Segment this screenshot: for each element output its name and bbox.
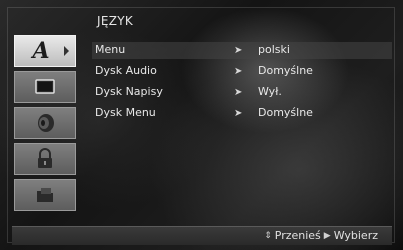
page-title: JĘZYK	[97, 14, 134, 28]
tab-arrow-icon	[64, 46, 69, 56]
sidebar: A	[12, 35, 84, 225]
menu-row-disc-subtitles[interactable]: Dysk Napisy ➤ Wył.	[92, 84, 392, 101]
tab-lock[interactable]	[14, 143, 76, 175]
speaker-icon	[38, 114, 54, 132]
menu-row-menu[interactable]: Menu ➤ polski	[92, 42, 392, 59]
move-label: Przenieś	[274, 229, 321, 242]
tab-language[interactable]: A	[14, 35, 76, 67]
settings-menu: Menu ➤ polski Dysk Audio ➤ Domyślne Dysk…	[92, 36, 392, 136]
tab-others[interactable]	[14, 179, 76, 211]
footer-hint: ⇕ Przenieś ▶ Wybierz	[264, 229, 378, 242]
letter-a-icon: A	[32, 38, 50, 64]
pointer-icon: ➤	[234, 108, 243, 119]
tv-screen-icon	[35, 79, 55, 94]
menu-row-value: Domyślne	[258, 106, 313, 119]
pointer-icon: ➤	[234, 66, 243, 77]
folder-icon	[37, 188, 53, 202]
select-arrow-icon: ▶	[323, 230, 331, 241]
menu-row-disc-menu[interactable]: Dysk Menu ➤ Domyślne	[92, 105, 392, 122]
menu-row-label: Menu	[95, 43, 126, 56]
move-arrows-icon: ⇕	[264, 230, 272, 241]
menu-row-label: Dysk Audio	[95, 64, 157, 77]
menu-row-value: Domyślne	[258, 64, 313, 77]
tab-audio[interactable]	[14, 107, 76, 139]
menu-row-label: Dysk Menu	[95, 106, 156, 119]
pointer-icon: ➤	[234, 87, 243, 98]
pointer-icon: ➤	[234, 45, 243, 56]
tab-display[interactable]	[14, 71, 76, 103]
menu-row-value: polski	[258, 43, 290, 56]
osd-screen: JĘZYK A Menu ➤ polski Dysk Audio ➤ Domyś…	[0, 0, 403, 250]
padlock-icon	[38, 148, 52, 168]
menu-row-disc-audio[interactable]: Dysk Audio ➤ Domyślne	[92, 63, 392, 80]
menu-row-value: Wył.	[258, 85, 282, 98]
select-label: Wybierz	[333, 229, 378, 242]
menu-row-label: Dysk Napisy	[95, 85, 163, 98]
footer-bar: ⇕ Przenieś ▶ Wybierz	[12, 226, 392, 245]
